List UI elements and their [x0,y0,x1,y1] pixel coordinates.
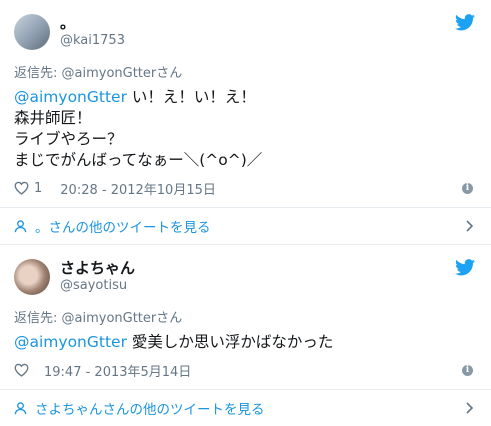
user-handle[interactable]: @kai1753 [60,32,125,50]
reply-context: 返信先: @aimyonGtterさん [14,311,183,326]
chevron-right-icon[interactable] [466,402,473,414]
person-icon [14,219,27,232]
twitter-bird-icon[interactable] [455,259,475,276]
tweet-author[interactable]: 。 @kai1753 [14,12,477,52]
person-icon [14,401,27,414]
tweet-card: さよちゃん @sayotisu 返信先: @aimyonGtterさん @aim… [0,245,491,426]
mention-link[interactable]: @aimyonGtter [14,333,127,351]
chevron-right-icon[interactable] [466,220,473,232]
reply-context: 返信先: @aimyonGtterさん [14,66,183,81]
tweet-card: 。 @kai1753 返信先: @aimyonGtterさん @aimyonGt… [0,0,491,245]
timestamp[interactable]: 20:28 - 2012年10月15日 [60,179,216,198]
tweet-meta: 19:47 - 2013年5月14日 i [14,359,477,381]
view-more-tweets-link[interactable]: さよちゃんさんの他のツイートを見る [0,390,491,426]
twitter-bird-icon[interactable] [455,14,475,31]
heart-icon[interactable] [14,181,29,195]
tweet-text-body: 愛美しか思い浮かばなかった [126,333,334,351]
tweet-author[interactable]: さよちゃん @sayotisu [14,257,477,297]
display-name[interactable]: さよちゃん [60,259,135,277]
avatar[interactable] [14,259,50,295]
display-name[interactable]: 。 [60,14,125,32]
avatar[interactable] [14,14,50,50]
info-icon[interactable]: i [462,364,473,376]
view-more-tweets-link[interactable]: 。さんの他のツイートを見る [0,208,491,244]
like-count: 1 [34,180,43,196]
info-icon[interactable]: i [462,182,473,194]
tweet-text: @aimyonGtter 愛美しか思い浮かばなかった [14,332,477,353]
user-handle[interactable]: @sayotisu [60,277,135,295]
timestamp[interactable]: 19:47 - 2013年5月14日 [44,361,191,380]
tweet-text: @aimyonGtter い！え！い！え！ 森井師匠！ ライブやろー？ まじでが… [14,87,477,171]
mention-link[interactable]: @aimyonGtter [14,88,127,106]
tweet-meta: 1 20:28 - 2012年10月15日 i [14,177,477,199]
view-more-label[interactable]: さよちゃんさんの他のツイートを見る [35,398,265,418]
view-more-label[interactable]: 。さんの他のツイートを見る [35,216,211,236]
heart-icon[interactable] [14,363,29,377]
